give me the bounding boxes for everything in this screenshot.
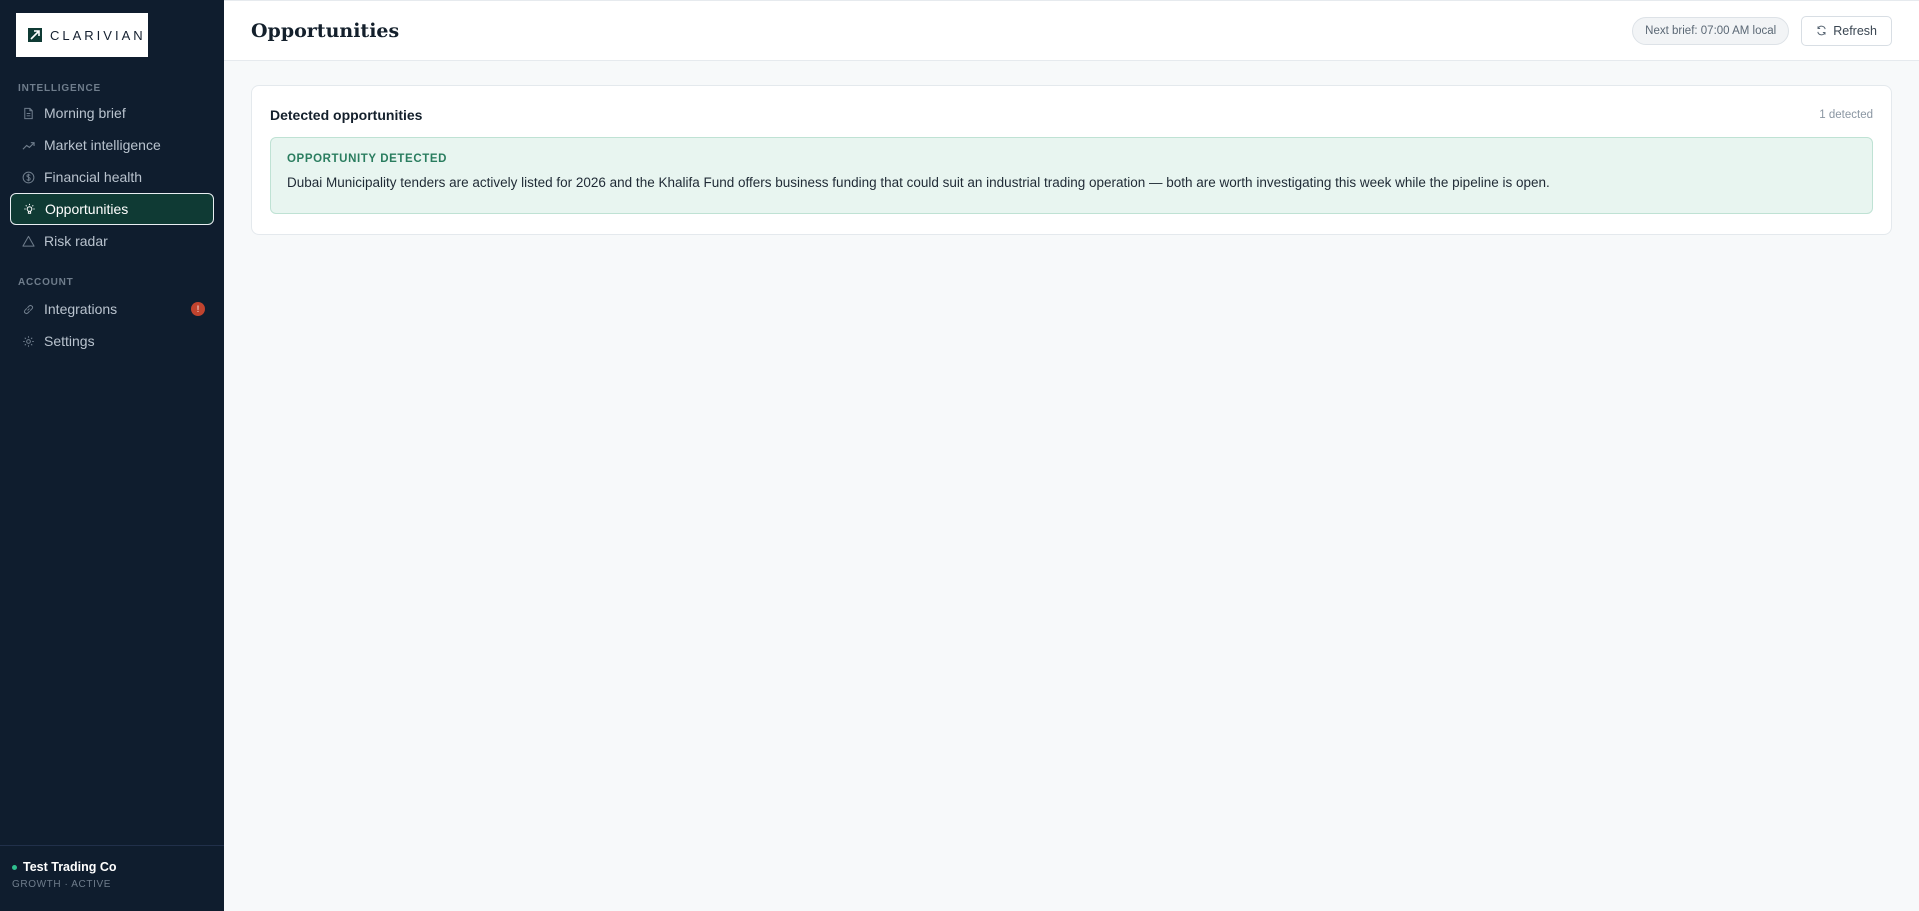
- document-icon: [21, 106, 35, 120]
- top-actions: Next brief: 07:00 AM local Refresh: [1632, 15, 1892, 46]
- opportunity-label: OPPORTUNITY DETECTED: [287, 153, 448, 165]
- section-label-account: ACCOUNT: [18, 277, 74, 288]
- refresh-button[interactable]: Refresh: [1801, 15, 1892, 46]
- brand-logo[interactable]: CLARIVIAN: [16, 13, 148, 57]
- logo-mark-icon: [28, 28, 42, 42]
- gear-icon: [21, 334, 35, 348]
- app-root: CLARIVIAN INTELLIGENCE Morning brief Mar…: [0, 0, 1919, 911]
- card-title: Detected opportunities: [270, 107, 423, 123]
- company-row: Test Trading Co: [12, 860, 224, 874]
- logo-area: CLARIVIAN: [0, 0, 224, 69]
- sidebar-item-label: Market intelligence: [44, 137, 161, 153]
- brand-name: CLARIVIAN: [50, 27, 146, 43]
- sidebar-item-label: Settings: [44, 333, 95, 349]
- refresh-icon: [1817, 25, 1826, 36]
- sidebar-item-risk-radar[interactable]: Risk radar: [10, 225, 214, 257]
- trending-up-icon: [21, 138, 35, 152]
- warning-triangle-icon: [21, 234, 35, 248]
- sidebar-item-label: Morning brief: [44, 105, 126, 121]
- sidebar-item-label: Financial health: [44, 169, 143, 185]
- main-content: Opportunities Next brief: 07:00 AM local…: [224, 0, 1919, 911]
- content-area: Detected opportunities 1 detected OPPORT…: [224, 61, 1919, 259]
- refresh-label: Refresh: [1833, 23, 1877, 38]
- account-footer[interactable]: Test Trading Co GROWTH · ACTIVE: [0, 845, 224, 911]
- page-title: Opportunities: [251, 19, 400, 42]
- lightbulb-icon: [22, 202, 36, 216]
- detected-count: 1 detected: [1819, 109, 1873, 121]
- card-header: Detected opportunities 1 detected: [270, 105, 1873, 125]
- opportunity-text: Dubai Municipality tenders are actively …: [287, 175, 1550, 190]
- sidebar-item-opportunities[interactable]: Opportunities: [10, 193, 214, 225]
- opportunity-item[interactable]: OPPORTUNITY DETECTED Dubai Municipality …: [270, 137, 1873, 214]
- section-label-intelligence: INTELLIGENCE: [18, 83, 101, 94]
- link-icon: [21, 302, 35, 316]
- sidebar-item-label: Risk radar: [44, 233, 108, 249]
- next-brief-badge: Next brief: 07:00 AM local: [1632, 16, 1790, 45]
- sidebar: CLARIVIAN INTELLIGENCE Morning brief Mar…: [0, 0, 224, 911]
- status-dot-icon: [12, 864, 17, 870]
- sidebar-item-integrations[interactable]: Integrations !: [10, 293, 214, 325]
- sidebar-item-settings[interactable]: Settings: [10, 325, 214, 357]
- sidebar-item-label: Integrations: [44, 301, 118, 317]
- integrations-alert-badge: !: [191, 302, 205, 316]
- sidebar-item-market-intelligence[interactable]: Market intelligence: [10, 129, 214, 161]
- dollar-circle-icon: [21, 170, 35, 184]
- opportunities-card: Detected opportunities 1 detected OPPORT…: [251, 85, 1892, 235]
- company-name: Test Trading Co: [23, 860, 117, 874]
- top-bar: Opportunities Next brief: 07:00 AM local…: [224, 0, 1919, 61]
- plan-status: GROWTH · ACTIVE: [12, 879, 111, 890]
- sidebar-item-morning-brief[interactable]: Morning brief: [10, 97, 214, 129]
- sidebar-item-label: Opportunities: [45, 201, 129, 217]
- sidebar-item-financial-health[interactable]: Financial health: [10, 161, 214, 193]
